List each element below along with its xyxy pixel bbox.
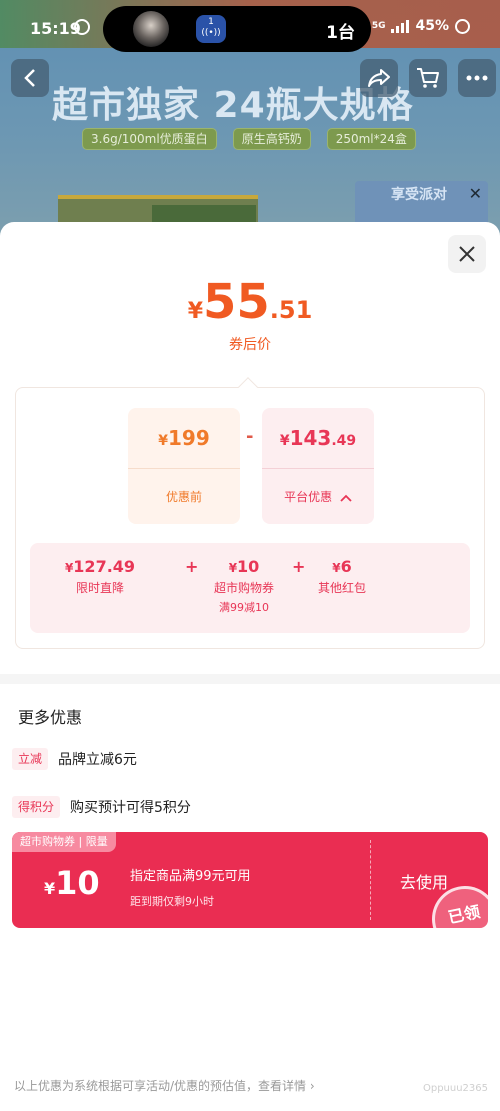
product-tag: 3.6g/100ml优质蛋白	[82, 128, 217, 150]
section-divider	[0, 674, 500, 684]
divider	[128, 468, 240, 469]
use-coupon-button[interactable]: 去使用	[400, 869, 448, 893]
price-calculation-card: ¥199 优惠前 - ¥143.49 平台优惠 ¥127.49 限时直降 + ¥…	[15, 377, 485, 649]
battery-ring-icon	[455, 18, 470, 34]
promo-text: 品牌立减6元	[58, 752, 137, 768]
globe-icon	[74, 19, 90, 35]
platform-discount-box[interactable]: ¥143.49 平台优惠	[262, 408, 374, 524]
original-price: ¥199	[158, 426, 210, 450]
back-button[interactable]	[11, 59, 49, 97]
more-dots-icon	[466, 75, 488, 81]
share-button[interactable]	[360, 59, 398, 97]
coupon-separator	[370, 840, 371, 920]
discount-breakdown: ¥127.49 限时直降 + ¥10 超市购物券 满99减10 + ¥6 其他红…	[30, 543, 470, 633]
device-count: 1台	[326, 23, 355, 43]
more-button[interactable]	[458, 59, 496, 97]
divider	[262, 468, 374, 469]
promo-tag: 立减	[12, 748, 49, 770]
promo-row: 立减 品牌立减6元	[12, 748, 137, 770]
battery-level: 45%	[415, 18, 449, 34]
promo-tag: 得积分	[12, 796, 61, 818]
caret-pointer	[238, 377, 258, 397]
cart-icon	[417, 68, 439, 88]
price-disclaimer-link[interactable]: 以上优惠为系统根据可享活动/优惠的预估值，查看详情 ›	[14, 1077, 315, 1094]
close-icon	[459, 246, 475, 262]
original-price-label: 优惠前	[165, 490, 202, 504]
price-decimal: .51	[269, 296, 313, 324]
breakdown-item: ¥6 其他红包	[317, 557, 366, 595]
chevron-left-icon	[24, 69, 35, 87]
product-tag: 原生高钙奶	[232, 128, 311, 150]
close-button[interactable]	[448, 235, 486, 273]
product-tags: 3.6g/100ml优质蛋白 原生高钙奶 250ml*24盒	[82, 128, 416, 150]
coupon-description: 指定商品满99元可用	[130, 869, 251, 884]
currency-symbol: ¥	[187, 299, 203, 324]
breakdown-item: ¥10 超市购物券 满99减10	[213, 557, 274, 614]
ad-close-icon[interactable]: ✕	[469, 184, 482, 203]
coupon-expiry: 距到期仅剩9小时	[130, 895, 214, 908]
final-price-label: 券后价	[229, 337, 271, 353]
avatar	[133, 11, 169, 47]
platform-discount: ¥143.49	[279, 426, 357, 450]
coupon-tag: 超市购物券 | 限量	[12, 832, 116, 852]
promo-text: 购买预计可得5积分	[70, 800, 191, 816]
share-icon	[368, 69, 390, 87]
breakdown-item: ¥127.49 限时直降	[64, 557, 136, 595]
floating-ad-text: 享受派对	[391, 187, 447, 203]
live-broadcast-icon: 1 ((•))	[196, 15, 226, 43]
dynamic-island[interactable]: 1 ((•)) 1台	[103, 6, 371, 52]
price-detail-sheet: ¥55.51 券后价 ¥199 优惠前 - ¥143.49 平台优惠 ¥127.…	[0, 222, 500, 1111]
floating-ad[interactable]: 享受派对 ✕	[355, 181, 488, 227]
coupon-amount: ¥10	[44, 864, 100, 902]
final-price: ¥55.51	[0, 274, 500, 330]
original-price-box: ¥199 优惠前	[128, 408, 240, 524]
live-badge: 1	[208, 17, 214, 27]
promo-row: 得积分 购买预计可得5积分	[12, 796, 191, 818]
supermarket-coupon[interactable]: 超市购物券 | 限量 ¥10 指定商品满99元可用 距到期仅剩9小时 去使用 已…	[12, 832, 488, 928]
product-tag: 250ml*24盒	[326, 128, 416, 150]
signal-icon	[391, 19, 410, 33]
chevron-up-icon	[340, 494, 352, 502]
status-indicators: 5G 45%	[372, 18, 470, 34]
network-type: 5G	[371, 20, 386, 31]
platform-discount-label[interactable]: 平台优惠	[262, 488, 374, 505]
price-integer: 55	[203, 274, 270, 330]
radio-waves-icon: ((•))	[201, 28, 221, 38]
more-offers-title: 更多优惠	[18, 708, 83, 727]
cart-button[interactable]	[409, 59, 447, 97]
watermark: Oppuuu2365	[422, 1083, 488, 1094]
minus-operator: -	[246, 426, 254, 447]
